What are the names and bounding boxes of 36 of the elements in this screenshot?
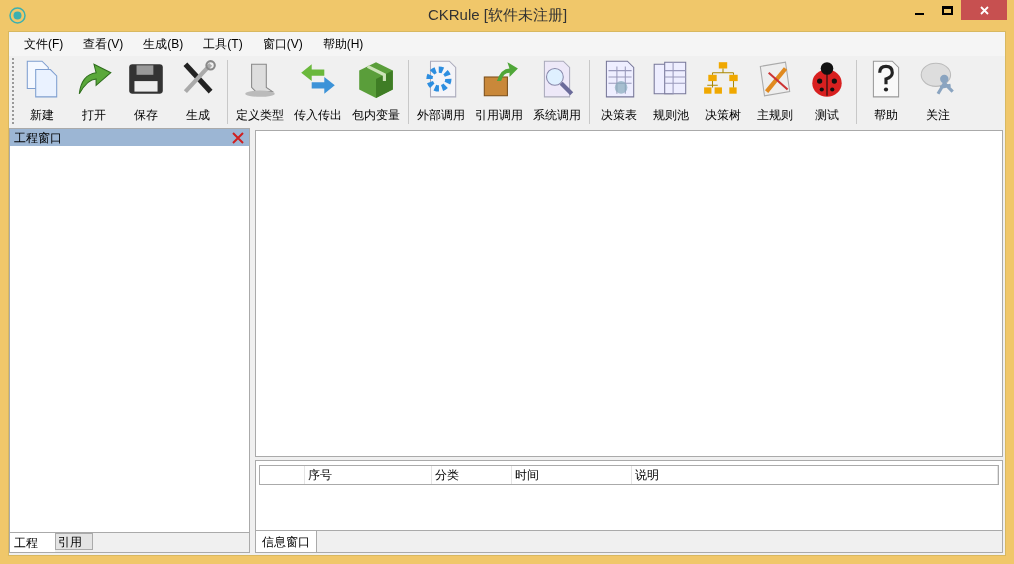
toolbar-button[interactable]: 包内变量 [347, 58, 405, 124]
toolbar-button[interactable]: 新建 [16, 58, 68, 124]
column-header: 分类 [432, 466, 512, 484]
column-header: 时间 [512, 466, 632, 484]
menu-item[interactable]: 生成(B) [136, 35, 191, 53]
toolbar-button[interactable]: 系统调用 [528, 58, 586, 124]
menu-item[interactable]: 工具(T) [196, 35, 250, 53]
menu-item[interactable]: 帮助(H) [315, 35, 371, 53]
toolbar-button[interactable]: 关注 [912, 58, 964, 124]
panel-tab[interactable]: 信息窗口 [256, 531, 317, 552]
toolbar-button[interactable]: 传入传出 [289, 58, 347, 124]
close-icon [979, 5, 989, 15]
window-title: CKRule [软件未注册] [427, 5, 568, 26]
column-header: 序号 [305, 466, 432, 484]
toolbar-button[interactable]: 帮助 [860, 58, 912, 124]
toolbar-button[interactable]: 主规则 [749, 58, 801, 124]
toolbar-button[interactable]: 生成 [172, 58, 224, 124]
panel-tab[interactable]: 引用 [55, 533, 93, 550]
menu-item[interactable]: 窗口(V) [255, 35, 310, 53]
panel-tab[interactable]: 工程 [10, 533, 55, 552]
close-button[interactable] [961, 0, 1007, 20]
toolbar-button[interactable]: 保存 [120, 58, 172, 124]
logo-icon [9, 7, 26, 24]
toolbar-button[interactable]: 定义类型 [231, 58, 289, 124]
toolbar-button[interactable]: 测试 [801, 58, 853, 124]
toolbar-button[interactable]: 引用调用 [470, 58, 528, 124]
column-header: 说明 [632, 466, 998, 484]
toolbar-button[interactable]: 规则池 [645, 58, 697, 124]
toolbar-button[interactable]: 决策表 [593, 58, 645, 124]
toolbar-button[interactable]: 打开 [68, 58, 120, 124]
menu-item[interactable]: 查看(V) [76, 35, 131, 53]
panel-title: 工程窗口 [14, 129, 62, 147]
menu-item[interactable]: 文件(F) [17, 35, 71, 53]
toolbar-button[interactable]: 决策树 [697, 58, 749, 124]
toolbar-button[interactable]: 外部调用 [412, 58, 470, 124]
close-icon[interactable] [231, 130, 245, 145]
